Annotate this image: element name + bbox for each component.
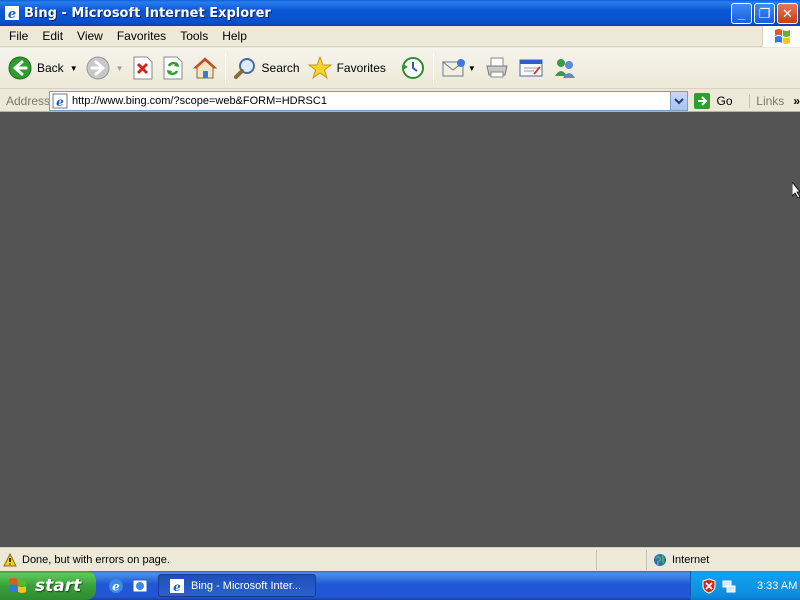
address-url: http://www.bing.com/?scope=web&FORM=HDRS…	[72, 94, 327, 107]
go-label: Go	[716, 93, 733, 108]
edit-button[interactable]	[514, 50, 548, 86]
windows-logo-icon	[762, 26, 800, 47]
svg-text:e: e	[112, 579, 120, 593]
go-arrow-icon	[694, 92, 711, 109]
security-alert-icon[interactable]	[701, 577, 717, 594]
go-button[interactable]: Go	[693, 92, 741, 110]
network-icon[interactable]	[721, 578, 737, 594]
minimize-icon: _	[737, 5, 746, 21]
home-button[interactable]	[188, 50, 222, 86]
start-button[interactable]: start	[0, 571, 96, 600]
menu-view[interactable]: View	[70, 26, 110, 47]
chevron-down-icon	[674, 97, 685, 104]
globe-icon	[654, 553, 666, 566]
ie-quicklaunch-icon[interactable]: e	[108, 578, 124, 594]
history-button[interactable]	[396, 50, 430, 86]
toolbar-separator	[432, 53, 434, 83]
status-bar: Done, but with errors on page. Internet	[0, 547, 800, 571]
menu-tools[interactable]: Tools	[173, 26, 215, 47]
forward-dropdown-icon[interactable]: ▼	[116, 64, 124, 73]
back-button[interactable]: Back ▼	[0, 50, 82, 86]
favorites-button[interactable]: Favorites	[304, 50, 390, 86]
mail-dropdown-icon[interactable]: ▼	[468, 64, 476, 73]
menu-file[interactable]: File	[0, 26, 35, 47]
toolbar-separator	[224, 53, 226, 83]
edit-icon	[519, 59, 543, 77]
security-zone: Internet	[646, 549, 800, 570]
search-label: Search	[261, 61, 300, 75]
menu-favorites[interactable]: Favorites	[110, 26, 173, 47]
status-panel	[596, 549, 646, 570]
start-label: start	[35, 575, 82, 596]
svg-text:e: e	[173, 580, 181, 594]
address-input[interactable]: e http://www.bing.com/?scope=web&FORM=HD…	[49, 90, 689, 111]
address-bar: Address e http://www.bing.com/?scope=web…	[0, 90, 800, 112]
maximize-button[interactable]: ❐	[754, 2, 775, 24]
back-dropdown-icon[interactable]: ▼	[70, 64, 78, 73]
menu-help[interactable]: Help	[215, 26, 254, 47]
restore-icon: ❐	[758, 5, 771, 21]
standard-toolbar: Back ▼ ▼ Search Favorites ▼	[0, 48, 800, 89]
chevron-right-icon[interactable]: »	[793, 94, 800, 108]
links-label[interactable]: Links	[749, 93, 784, 108]
ie-icon: e	[170, 578, 184, 594]
forward-button[interactable]: ▼	[82, 50, 128, 86]
back-label: Back	[37, 61, 64, 75]
mouse-cursor-icon	[792, 182, 800, 198]
window-title: Bing - Microsoft Internet Explorer	[24, 5, 271, 21]
svg-text:e: e	[8, 7, 16, 21]
favorites-star-icon	[307, 56, 332, 80]
taskbar-item-bing[interactable]: e Bing - Microsoft Inter...	[158, 574, 316, 597]
taskbar: start e e Bing - Microsoft Inter... 3:33…	[0, 571, 800, 600]
menu-bar: File Edit View Favorites Tools Help	[0, 26, 800, 47]
messenger-icon	[554, 59, 575, 78]
favorites-label: Favorites	[336, 61, 386, 75]
page-content[interactable]	[0, 112, 800, 547]
minimize-button[interactable]: _	[731, 2, 752, 24]
back-arrow-icon	[8, 56, 32, 80]
outlook-quicklaunch-icon[interactable]	[132, 578, 148, 594]
svg-text:e: e	[56, 95, 64, 109]
zone-label: Internet	[672, 553, 710, 566]
mail-button[interactable]: ▼	[437, 50, 480, 86]
search-icon	[233, 58, 255, 79]
search-button[interactable]: Search	[229, 50, 304, 86]
forward-arrow-icon	[86, 56, 110, 80]
printer-icon	[486, 57, 508, 78]
clock: 3:33 AM	[757, 579, 798, 592]
stop-button[interactable]	[128, 50, 158, 86]
menu-edit[interactable]: Edit	[35, 26, 70, 47]
warning-icon	[3, 552, 17, 566]
refresh-button[interactable]	[158, 50, 188, 86]
taskbar-item-label: Bing - Microsoft Inter...	[191, 579, 302, 592]
print-button[interactable]	[480, 50, 514, 86]
windows-logo-icon	[9, 577, 26, 593]
messenger-button[interactable]	[548, 50, 582, 86]
title-bar[interactable]: e Bing - Microsoft Internet Explorer _ ❐…	[0, 0, 800, 26]
quick-launch: e	[108, 578, 156, 594]
close-icon: ✕	[782, 5, 793, 21]
refresh-icon	[163, 56, 183, 80]
address-dropdown-button[interactable]	[670, 91, 688, 110]
ie-icon: e	[4, 5, 20, 22]
address-label: Address	[6, 93, 51, 108]
home-icon	[192, 57, 217, 79]
close-button[interactable]: ✕	[777, 2, 798, 24]
history-icon	[401, 57, 424, 79]
page-icon: e	[52, 93, 68, 109]
status-message[interactable]: Done, but with errors on page.	[0, 552, 596, 567]
stop-icon	[133, 56, 153, 80]
system-tray: 3:33 AM	[690, 571, 800, 600]
status-text: Done, but with errors on page.	[22, 553, 170, 566]
mail-icon	[442, 59, 465, 77]
